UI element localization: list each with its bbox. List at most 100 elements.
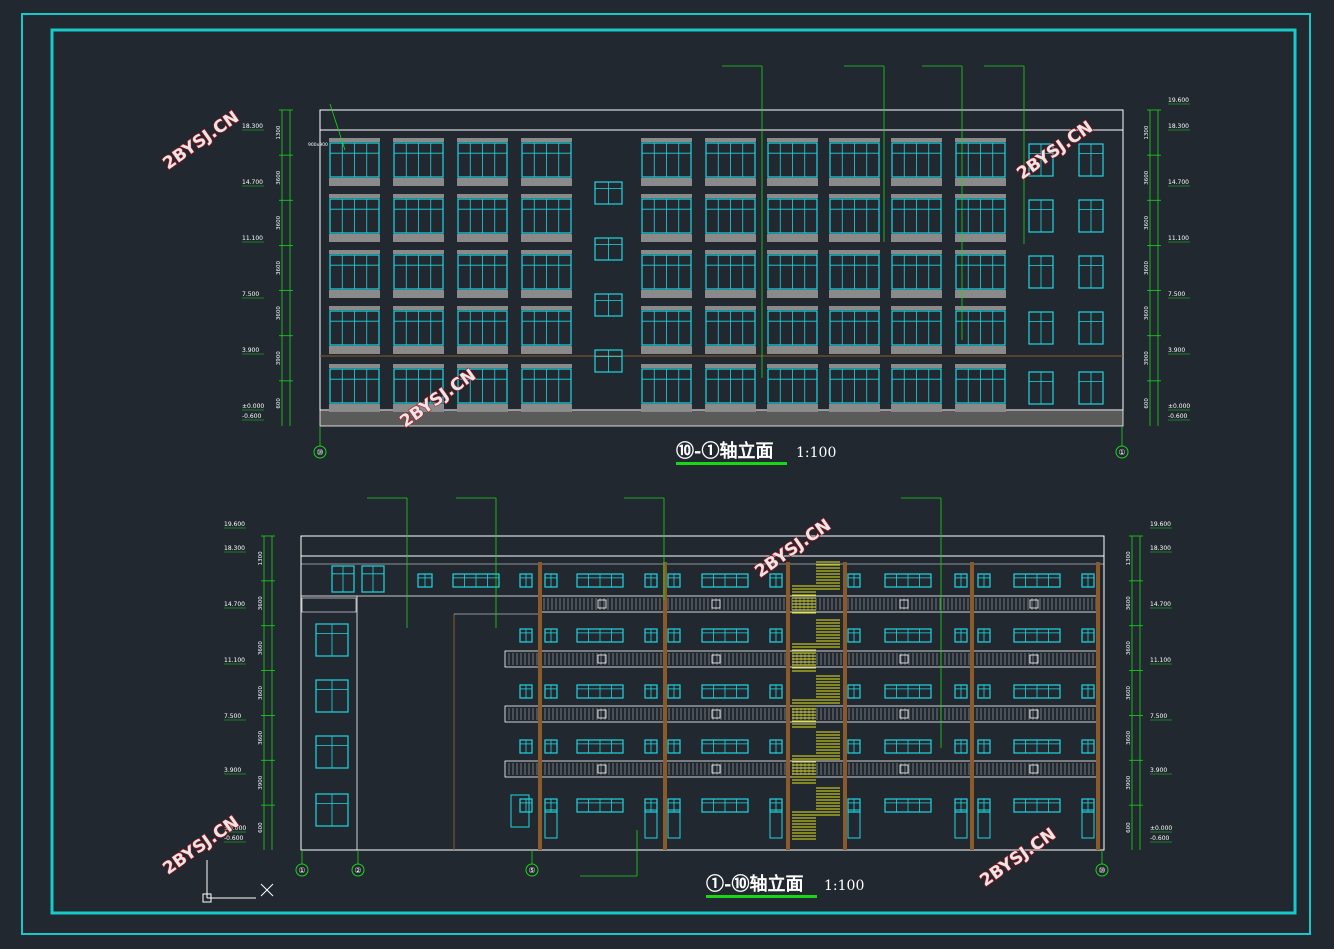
upper-window-sill [457, 290, 508, 298]
upper-window-sill [767, 404, 818, 412]
elev-label: 3.900 [1168, 347, 1185, 354]
upper-window-sill [521, 290, 572, 298]
upper-window-head [329, 138, 380, 142]
lower-dimension-right: 1300 3600 3600 3600 3600 3900 600 19.600 18.300 1… [1126, 521, 1172, 850]
upper-window-sill [829, 290, 880, 298]
lower-balcony-railings [504, 595, 1099, 778]
dim-label: 3600 [1144, 306, 1150, 320]
upper-window-sill [457, 346, 508, 354]
upper-window-sill [641, 290, 692, 298]
upper-window-sill [329, 290, 380, 298]
dim-label: 3900 [1144, 351, 1150, 365]
upper-window-head [641, 364, 692, 368]
upper-window-head [767, 364, 818, 368]
upper-window-grid [329, 138, 1006, 412]
upper-window-tag: 900x900 [308, 142, 328, 148]
upper-window-sill [955, 290, 1006, 298]
lower-tower-windows [315, 565, 385, 827]
lower-dimension-left: 1300 3600 3600 3600 3600 3900 600 19.600 18.300 1… [224, 521, 275, 850]
elev-label: 19.600 [1168, 97, 1189, 104]
watermark-2: 2BYSJ.CN [1013, 117, 1096, 184]
elev-label: 19.600 [224, 521, 245, 528]
upper-leader-lines [329, 65, 1025, 378]
dim-label: 3600 [1126, 596, 1132, 610]
upper-window-head [705, 364, 756, 368]
lower-ground-door [644, 809, 658, 839]
upper-window-head [457, 194, 508, 198]
upper-window-head [705, 138, 756, 142]
elev-label: 11.100 [242, 235, 263, 242]
upper-window-head [767, 138, 818, 142]
dim-label: 3600 [258, 596, 264, 610]
elev-label: ±0.000 [1150, 825, 1172, 832]
elev-label: 3.900 [224, 767, 241, 774]
dim-label: 600 [258, 822, 264, 833]
lower-ground-door [1081, 809, 1095, 839]
upper-window-sill [829, 178, 880, 186]
upper-window-sill [891, 404, 942, 412]
lower-yellow-stair [792, 561, 840, 840]
upper-window-head [705, 194, 756, 198]
dim-label: 3600 [276, 261, 282, 275]
watermark-5: 2BYSJ.CN [159, 812, 242, 879]
lower-column [663, 562, 667, 850]
upper-window-head [891, 364, 942, 368]
upper-axis-left-label: ⑩ [316, 448, 323, 457]
upper-window-sill [705, 346, 756, 354]
lower-column [1096, 562, 1100, 850]
dim-label: 3600 [1126, 730, 1132, 744]
upper-window-head [521, 306, 572, 310]
upper-window-head [521, 194, 572, 198]
upper-window-head [955, 194, 1006, 198]
upper-window-head [521, 364, 572, 368]
lower-ground-door [847, 809, 861, 839]
lower-left-tower [300, 595, 358, 851]
upper-window-head [641, 306, 692, 310]
elev-label: 18.300 [1150, 545, 1171, 552]
upper-window-head [457, 138, 508, 142]
dim-label: 600 [1144, 398, 1150, 409]
cad-drawing-canvas: 13003600360036003600390060018.30014.7001… [21, 13, 1311, 935]
dim-label: 1300 [1144, 125, 1150, 139]
lower-ground-door [769, 809, 783, 839]
dim-label: 3600 [276, 306, 282, 320]
elev-label: -0.600 [1150, 835, 1170, 842]
dim-label: 1300 [276, 125, 282, 139]
upper-window-sill [393, 178, 444, 186]
upper-window-sill [521, 404, 572, 412]
upper-elevation-title: ⑩-①轴立面 [676, 440, 773, 462]
upper-window-sill [521, 346, 572, 354]
upper-window-head [829, 364, 880, 368]
dim-label: 3600 [276, 215, 282, 229]
lower-ground-door [977, 809, 991, 839]
upper-window-sill [767, 178, 818, 186]
upper-window-head [521, 250, 572, 254]
dim-label: 3600 [1144, 215, 1150, 229]
upper-title-underline [676, 462, 787, 465]
elev-label: ±0.000 [242, 403, 264, 410]
upper-window-sill [329, 234, 380, 242]
upper-window-sill [891, 178, 942, 186]
upper-window-sill [457, 404, 508, 412]
upper-window-sill [891, 234, 942, 242]
upper-window-sill [641, 404, 692, 412]
elev-label: 11.100 [1150, 657, 1171, 664]
upper-window-head [329, 364, 380, 368]
dim-label: 3900 [1126, 775, 1132, 789]
upper-window-sill [393, 234, 444, 242]
upper-window-head [767, 306, 818, 310]
upper-window-sill [457, 234, 508, 242]
upper-window-head [457, 306, 508, 310]
upper-axis-right-label: ① [1118, 448, 1125, 457]
upper-window-sill [829, 404, 880, 412]
upper-window-sill [767, 290, 818, 298]
upper-window-head [829, 138, 880, 142]
dim-label: 3600 [1126, 641, 1132, 655]
lower-column [786, 562, 790, 850]
lower-left-tower-railing [301, 597, 357, 613]
lower-ground-door [954, 809, 968, 839]
elev-label: 11.100 [1168, 235, 1189, 242]
upper-window-head [767, 250, 818, 254]
lower-balcony [539, 595, 1099, 613]
ucs-icon [202, 860, 274, 903]
